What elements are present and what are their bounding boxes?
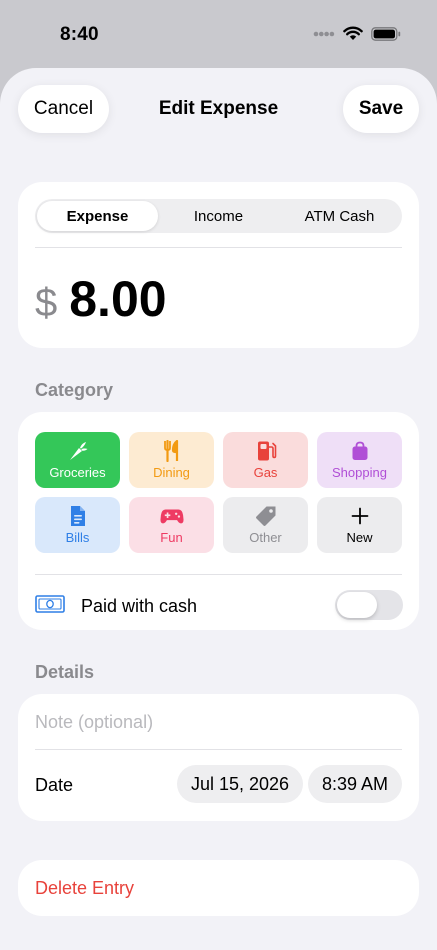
divider	[35, 749, 402, 750]
wifi-icon	[343, 26, 363, 40]
category-label: Bills	[65, 530, 90, 545]
paid-with-cash-toggle[interactable]	[335, 590, 403, 620]
amount-value[interactable]: 8.00	[69, 270, 166, 328]
edit-expense-sheet: Cancel Edit Expense Save Expense Income …	[0, 68, 437, 950]
tag-icon	[254, 505, 278, 527]
cellular-signal-icon	[313, 31, 335, 36]
category-label: Gas	[253, 465, 278, 480]
details-section-label: Details	[35, 662, 95, 682]
toggle-knob	[337, 592, 377, 618]
category-bills[interactable]: Bills	[35, 497, 120, 553]
category-groceries[interactable]: Groceries	[35, 432, 120, 488]
category-label: Other	[249, 530, 282, 545]
category-label: Groceries	[49, 465, 106, 480]
category-new[interactable]: New	[317, 497, 402, 553]
category-other[interactable]: Other	[223, 497, 308, 553]
fuel-pump-icon	[254, 440, 278, 462]
category-grid: Groceries Dining Gas Shopping Bills Fun …	[35, 432, 402, 553]
category-label: Fun	[160, 530, 183, 545]
fork-knife-icon	[160, 440, 184, 462]
amount-field[interactable]: $ 8.00	[35, 270, 167, 328]
status-bar: 8:40	[0, 0, 437, 68]
gamepad-icon	[159, 505, 184, 527]
shopping-bag-icon	[348, 440, 372, 462]
time-picker-button[interactable]: 8:39 AM	[308, 765, 402, 803]
document-icon	[66, 505, 90, 527]
details-card: Date Jul 15, 2026 8:39 AM	[18, 694, 419, 821]
category-gas[interactable]: Gas	[223, 432, 308, 488]
banknote-icon	[35, 594, 65, 618]
tab-atm-cash[interactable]: ATM Cash	[279, 201, 400, 231]
category-shopping[interactable]: Shopping	[317, 432, 402, 488]
divider	[35, 247, 402, 248]
currency-symbol: $	[35, 281, 58, 325]
category-dining[interactable]: Dining	[129, 432, 214, 488]
delete-entry-button[interactable]: Delete Entry	[18, 860, 419, 916]
category-label: Shopping	[332, 465, 387, 480]
amount-card: Expense Income ATM Cash $ 8.00	[18, 182, 419, 348]
paid-with-cash-row: Paid with cash	[35, 588, 403, 624]
note-input[interactable]	[35, 710, 402, 734]
divider	[35, 574, 402, 575]
category-label: New	[346, 530, 373, 545]
date-picker-button[interactable]: Jul 15, 2026	[177, 765, 303, 803]
status-time: 8:40	[60, 24, 99, 45]
tab-income[interactable]: Income	[158, 201, 279, 231]
carrot-icon	[66, 440, 90, 462]
category-fun[interactable]: Fun	[129, 497, 214, 553]
status-icons	[313, 26, 401, 41]
plus-icon	[348, 505, 372, 527]
category-label: Dining	[153, 465, 190, 480]
date-label: Date	[35, 775, 74, 795]
save-button[interactable]: Save	[343, 85, 419, 133]
paid-with-cash-label: Paid with cash	[81, 595, 198, 616]
delete-entry-label: Delete Entry	[35, 877, 135, 898]
transaction-type-selector: Expense Income ATM Cash	[35, 199, 402, 233]
category-section-label: Category	[35, 380, 114, 400]
battery-icon	[371, 26, 401, 41]
category-card: Groceries Dining Gas Shopping Bills Fun …	[18, 412, 419, 630]
tab-expense[interactable]: Expense	[37, 201, 158, 231]
